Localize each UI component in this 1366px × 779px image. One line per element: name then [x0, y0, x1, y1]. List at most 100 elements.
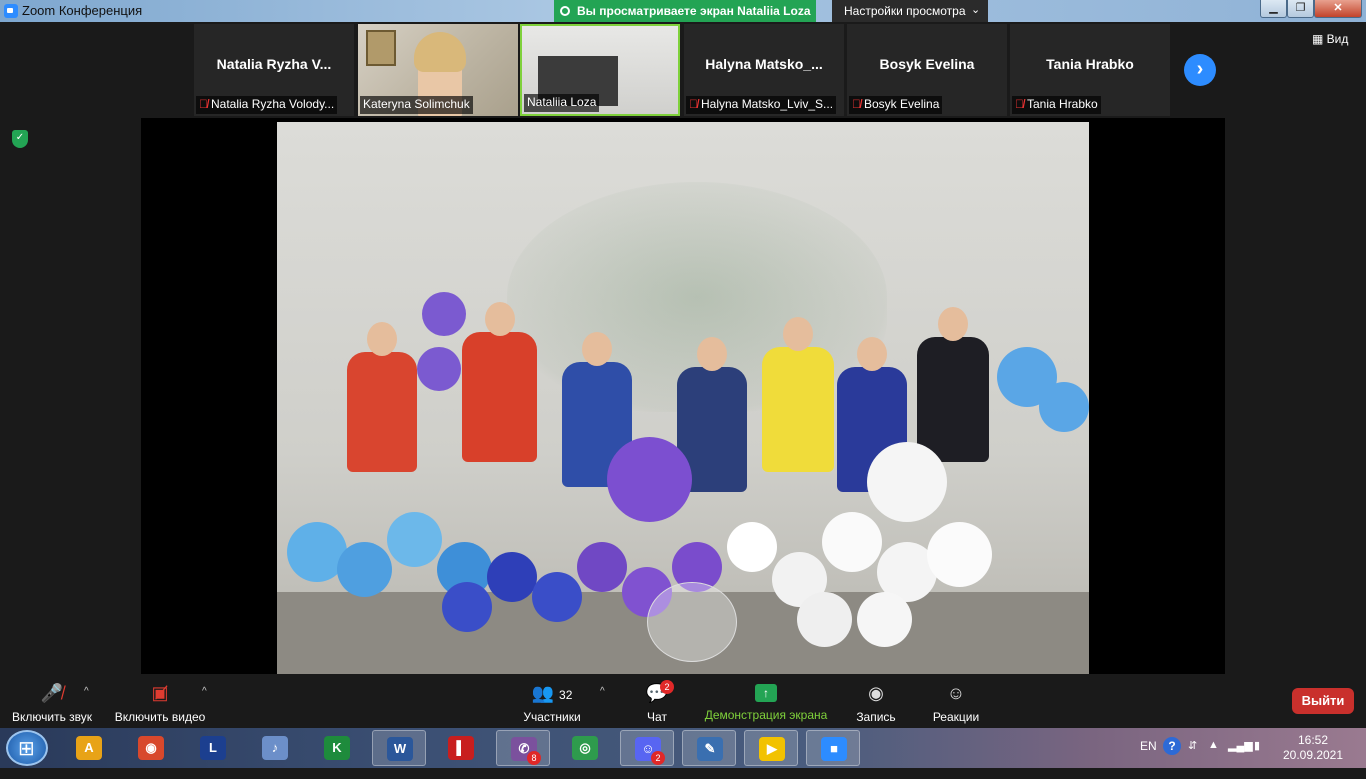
start-button[interactable]	[6, 730, 48, 766]
view-layout-button[interactable]: ▦ Вид	[1312, 32, 1348, 46]
chat-label: Чат	[647, 710, 667, 724]
wall-certificate	[366, 30, 396, 66]
participant-tile[interactable]: Halyna Matsko_... 🎙̸ Halyna Matsko_Lviv_S…	[684, 24, 844, 116]
screen-recorder-icon: ◉	[138, 736, 164, 760]
child-head	[697, 337, 727, 371]
clock-time: 16:52	[1297, 733, 1329, 747]
taskbar-app[interactable]: ▶	[744, 730, 798, 766]
participant-label-text: Natalia Ryzha Volody...	[211, 97, 335, 111]
participant-label-text: Tania Hrabko	[1027, 97, 1098, 111]
presentation-icon: ✎	[697, 737, 723, 761]
next-page-button[interactable]: ›	[1184, 54, 1216, 86]
kaspersky-icon: K	[324, 736, 350, 760]
battery-icon[interactable]: ▮	[1254, 739, 1260, 779]
balloon	[422, 292, 466, 336]
balloon	[927, 522, 992, 587]
mic-muted-icon: 🎙̸	[689, 97, 698, 111]
start-video-label: Включить видео	[114, 710, 206, 724]
participant-tile[interactable]: Bosyk Evelina 🎙̸ Bosyk Evelina	[847, 24, 1007, 116]
balloon	[417, 347, 461, 391]
taskbar-app[interactable]: A	[62, 730, 116, 766]
taskbar-app[interactable]: ▌	[434, 730, 488, 766]
child-figure	[762, 317, 834, 472]
participant-tile[interactable]: Natalia Ryzha V... 🎙̸ Natalia Ryzha Volod…	[194, 24, 354, 116]
app-badge: 8	[527, 751, 541, 765]
mic-off-icon: 🎤̸	[40, 683, 64, 703]
share-screen-button[interactable]: ↑ Демонстрация экрана	[704, 682, 828, 722]
record-button[interactable]: ◉ Запись	[854, 682, 898, 724]
start-video-button[interactable]: ▣̸ Включить видео ^	[114, 682, 207, 724]
security-shield-icon[interactable]: ✓	[12, 130, 28, 148]
taskbar-app[interactable]: ✎	[682, 730, 736, 766]
help-icon[interactable]: ?	[1163, 737, 1181, 755]
participant-label: 🎙̸ Natalia Ryzha Volody...	[196, 96, 338, 114]
meeting-toolbar: 🎤̸ Включить звук ^ ▣̸ Включить видео ^ 👥…	[0, 678, 1366, 728]
share-screen-label: Демонстрация экрана	[704, 708, 828, 722]
close-button[interactable]: ✕	[1314, 0, 1362, 18]
mic-muted-icon: 🎙̸	[199, 97, 208, 111]
taskbar-app[interactable]: W	[372, 730, 426, 766]
balloon	[727, 522, 777, 572]
reactions-button[interactable]: ☺ Реакции	[932, 682, 980, 724]
balloon	[822, 512, 882, 572]
language-indicator[interactable]: EN	[1140, 739, 1157, 779]
child-head	[857, 337, 887, 371]
taskbar-app[interactable]: K	[310, 730, 364, 766]
view-options-menu[interactable]: Настройки просмотра ⌄	[832, 0, 988, 22]
child-head	[938, 307, 968, 341]
taskbar-app[interactable]: ✆ 8	[496, 730, 550, 766]
participant-label: 🎙̸ Tania Hrabko	[1012, 96, 1101, 114]
child-head	[367, 322, 397, 356]
participant-label: 🎙̸ Bosyk Evelina	[849, 96, 943, 114]
taskbar-app[interactable]: ■	[806, 730, 860, 766]
chat-button[interactable]: 💬 2 Чат	[642, 680, 674, 724]
record-icon: ◉	[868, 683, 884, 703]
clock-date: 20.09.2021	[1282, 748, 1344, 762]
reactions-label: Реакции	[932, 710, 980, 724]
record-label: Запись	[856, 710, 896, 724]
speaker-icon: ♪	[262, 736, 288, 760]
network-icon[interactable]: ⇵	[1188, 739, 1197, 779]
ldoce-dictionary-icon: L	[200, 736, 226, 760]
audio-options-caret[interactable]: ^	[84, 686, 89, 697]
taskbar-app[interactable]: L	[186, 730, 240, 766]
maximize-button[interactable]: ❐	[1287, 0, 1314, 18]
reactions-icon: ☺	[946, 683, 966, 703]
participant-hair	[414, 32, 466, 72]
signal-icon[interactable]: ▂▄▆	[1228, 739, 1253, 779]
taskbar-app[interactable]: ◉	[124, 730, 178, 766]
child-head	[783, 317, 813, 351]
balloon	[867, 442, 947, 522]
participants-options-caret[interactable]: ^	[600, 686, 605, 697]
participant-label: Kateryna Solimchuk	[360, 96, 473, 114]
video-options-caret[interactable]: ^	[202, 686, 207, 697]
participant-tile[interactable]: Tania Hrabko 🎙̸ Tania Hrabko	[1010, 24, 1170, 116]
grid-icon: ▦	[1312, 32, 1327, 46]
taskbar-app[interactable]: ◎	[558, 730, 612, 766]
participants-button[interactable]: 👥 32 Участники ^	[522, 682, 604, 724]
balloon	[1039, 382, 1089, 432]
clear-balloon	[647, 582, 737, 662]
minimize-button[interactable]: ▁	[1260, 0, 1287, 18]
leave-button[interactable]: Выйти	[1292, 688, 1354, 714]
screen-share-banner: Вы просматриваете экран Nataliia Loza	[554, 0, 816, 22]
share-screen-icon: ↑	[755, 684, 777, 702]
windows-taskbar: A◉L♪KW▌✆8◎☺2✎▶■ EN ? ⇵ ▲ ▂▄▆ ▮ 16:52 20.…	[0, 728, 1366, 768]
taskbar-app[interactable]: ♪	[248, 730, 302, 766]
participant-tile-active[interactable]: Nataliia Loza	[520, 24, 680, 116]
participant-label: Nataliia Loza	[524, 94, 600, 112]
archicad-icon: A	[76, 736, 102, 760]
view-label: Вид	[1326, 32, 1349, 46]
shared-screen	[141, 118, 1225, 674]
red-book-icon: ▌	[448, 736, 474, 760]
tray-arrow-icon[interactable]: ▲	[1208, 739, 1219, 779]
unmute-label: Включить звук	[11, 710, 93, 724]
participant-tile[interactable]: Kateryna Solimchuk	[358, 24, 518, 116]
unmute-button[interactable]: 🎤̸ Включить звук ^	[10, 682, 94, 724]
participant-name: Natalia Ryzha V...	[216, 56, 332, 72]
share-indicator-icon	[560, 6, 570, 16]
balloon	[857, 592, 912, 647]
clock[interactable]: 16:52 20.09.2021	[1280, 733, 1346, 773]
balloon	[607, 437, 692, 522]
taskbar-app[interactable]: ☺ 2	[620, 730, 674, 766]
